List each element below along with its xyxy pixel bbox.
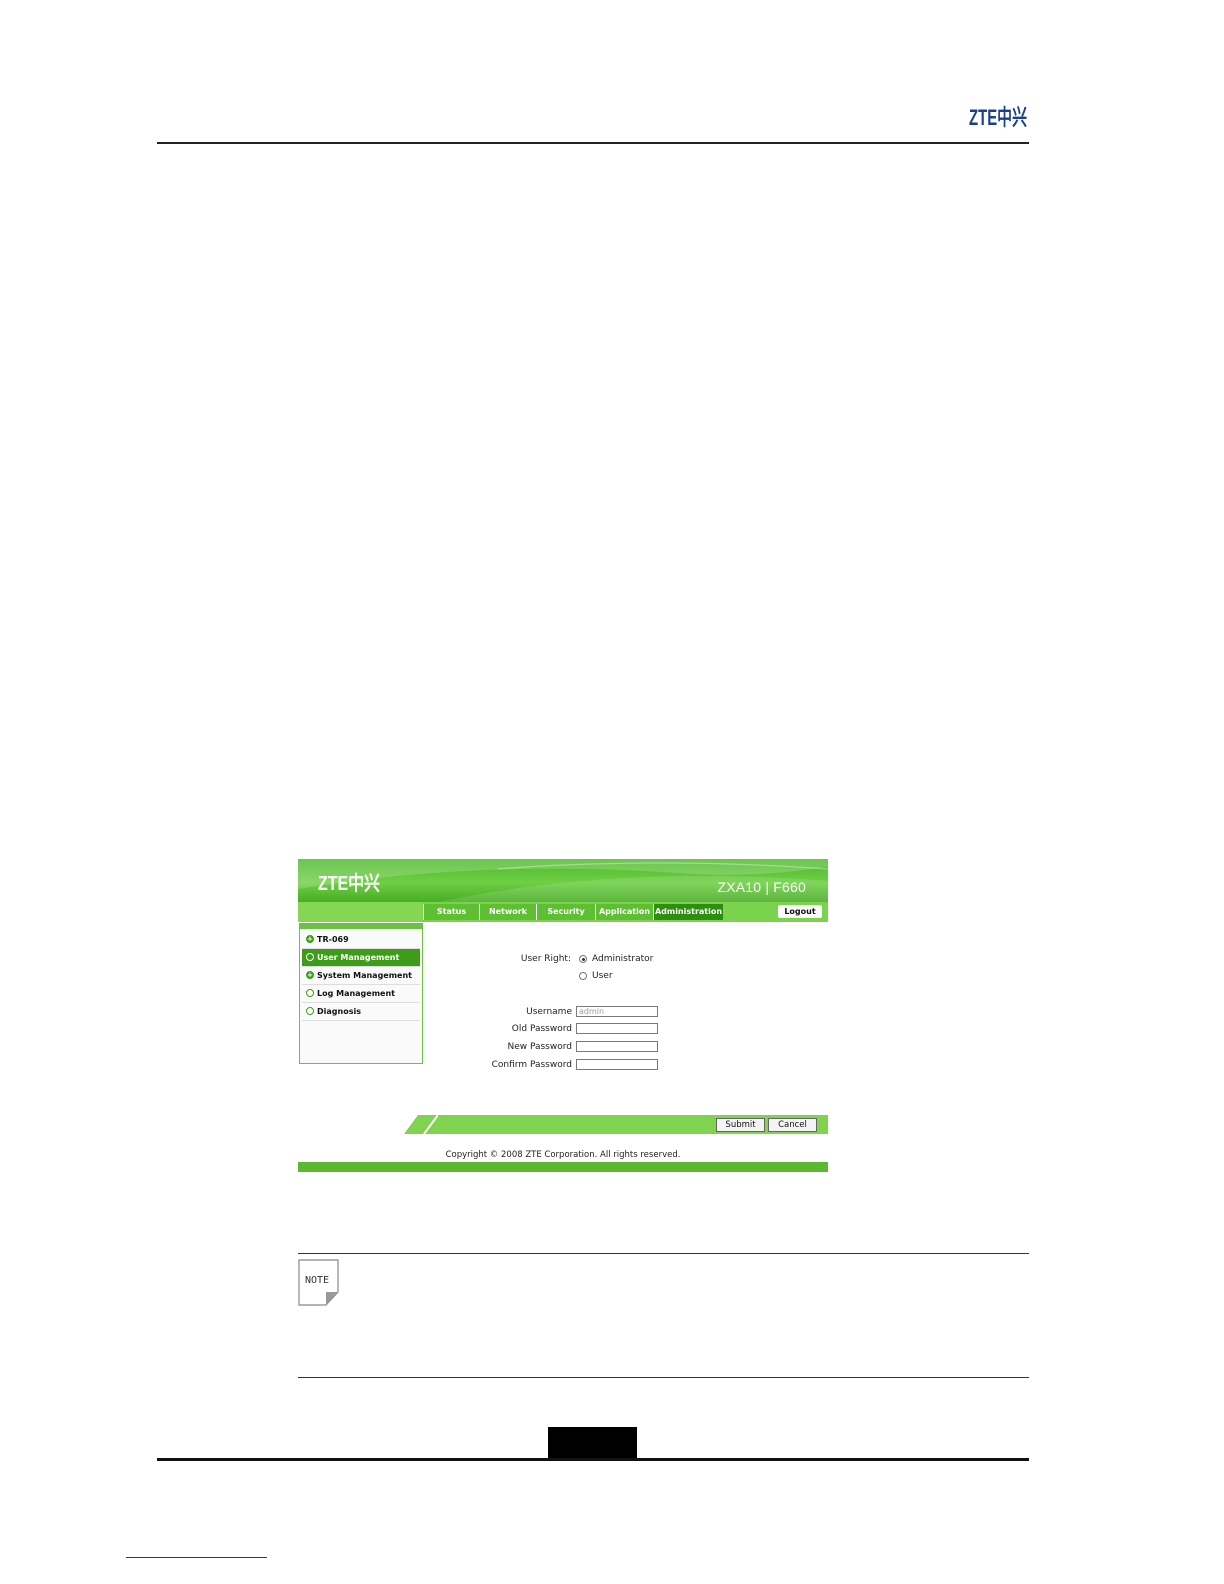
confirm-password-label: Confirm Password bbox=[491, 1060, 572, 1070]
header-rule bbox=[157, 142, 1029, 144]
sidebar-item-user-management[interactable]: User Management bbox=[302, 949, 420, 967]
note-icon: NOTE bbox=[298, 1259, 339, 1306]
confirm-password-field[interactable] bbox=[576, 1059, 658, 1070]
sidebar-item-label: User Management bbox=[317, 953, 400, 962]
new-password-label: New Password bbox=[507, 1042, 572, 1052]
circle-icon bbox=[306, 988, 314, 997]
product-name: ZXA10 | F660 bbox=[717, 879, 806, 895]
radio-administrator[interactable] bbox=[579, 955, 587, 963]
user-right-label: User Right: bbox=[520, 954, 571, 964]
navbar-left-spacer bbox=[298, 902, 422, 922]
zte-logo: ZTE中兴 bbox=[969, 105, 1027, 130]
page-number-box bbox=[548, 1427, 637, 1460]
sidebar-item-label: Log Management bbox=[317, 989, 395, 998]
new-password-field[interactable] bbox=[576, 1041, 658, 1052]
username-label: Username bbox=[526, 1007, 572, 1017]
radio-user[interactable] bbox=[579, 972, 587, 980]
footer-bar bbox=[298, 1162, 828, 1172]
svg-text:ZTE中兴: ZTE中兴 bbox=[969, 105, 1027, 130]
username-field[interactable]: admin bbox=[576, 1006, 658, 1017]
svg-text:NOTE: NOTE bbox=[305, 1275, 329, 1286]
logout-button[interactable]: Logout bbox=[778, 905, 822, 918]
sidebar-item-system-management[interactable]: System Management bbox=[302, 967, 420, 985]
footer-link-underline[interactable] bbox=[126, 1557, 267, 1558]
plus-circle-icon bbox=[306, 967, 314, 984]
plus-circle-icon bbox=[306, 931, 314, 948]
note-top-rule bbox=[298, 1253, 1029, 1254]
sidebar-item-tr-069[interactable]: TR-069 bbox=[302, 931, 420, 949]
sidebar-item-label: Diagnosis bbox=[317, 1007, 361, 1016]
banner: ZTE中兴 ZXA10 | F660 bbox=[298, 859, 828, 902]
circle-icon bbox=[306, 952, 314, 961]
router-web-ui-screenshot: ZTE中兴 ZXA10 | F660 Status Network Securi… bbox=[298, 859, 828, 1172]
sidebar-item-label: TR-069 bbox=[317, 935, 349, 944]
radio-administrator-label: Administrator bbox=[592, 954, 654, 964]
old-password-field[interactable] bbox=[576, 1023, 658, 1034]
svg-text:ZTE中兴: ZTE中兴 bbox=[318, 871, 380, 894]
tab-status[interactable]: Status bbox=[423, 904, 479, 920]
banner-zte-logo: ZTE中兴 bbox=[318, 871, 380, 894]
tab-application[interactable]: Application bbox=[595, 904, 653, 920]
submit-button[interactable]: Submit bbox=[716, 1118, 765, 1132]
copyright-text: Copyright © 2008 ZTE Corporation. All ri… bbox=[445, 1150, 681, 1160]
old-password-label: Old Password bbox=[511, 1024, 572, 1034]
tab-network[interactable]: Network bbox=[479, 904, 536, 920]
note-bottom-rule bbox=[298, 1377, 1029, 1378]
cancel-button[interactable]: Cancel bbox=[768, 1118, 817, 1132]
sidebar: TR-069 User Management System Management… bbox=[299, 923, 423, 1064]
sidebar-item-label: System Management bbox=[317, 971, 412, 980]
radio-user-label: User bbox=[592, 971, 613, 981]
tab-administration[interactable]: Administration bbox=[653, 904, 723, 920]
circle-icon bbox=[306, 1006, 314, 1015]
sidebar-item-diagnosis[interactable]: Diagnosis bbox=[302, 1003, 420, 1021]
tab-security[interactable]: Security bbox=[536, 904, 595, 920]
footer-rule bbox=[157, 1458, 1029, 1461]
sidebar-item-log-management[interactable]: Log Management bbox=[302, 985, 420, 1003]
